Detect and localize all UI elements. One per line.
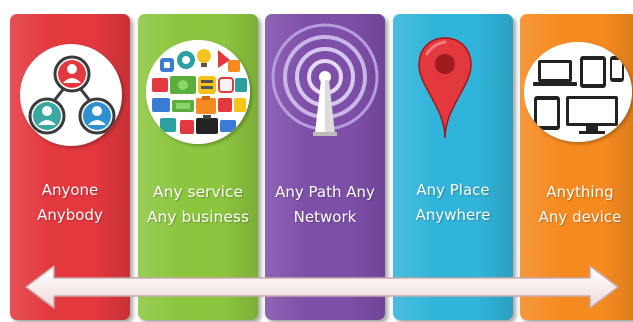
people-network-icon: [20, 44, 122, 146]
label-line-1: Any Place: [416, 181, 490, 199]
label-line-1: Any service: [152, 183, 244, 201]
label-line-1: Anyone: [41, 181, 99, 199]
label-line-2: Any business: [146, 208, 250, 226]
label-line-2: Network: [293, 208, 357, 226]
panel-label: Any Place Anywhere: [393, 178, 513, 228]
double-headed-arrow-icon: [25, 265, 619, 309]
business-services-icon: [146, 40, 250, 144]
signal-tower-icon: [271, 23, 379, 136]
panel-label: Anything Any device: [520, 180, 633, 230]
location-pin-icon: [418, 37, 472, 139]
devices-icon: [524, 42, 632, 142]
panel-label: Any service Any business: [138, 180, 258, 230]
label-line-1: Any Path Any: [275, 183, 375, 201]
label-line-2: Any device: [538, 208, 622, 226]
label-line-1: Anything: [546, 183, 614, 201]
panel-label: Anyone Anybody: [10, 178, 130, 228]
panel-label: Any Path Any Network: [265, 180, 385, 230]
any-everything-infographic: Anyone Anybody Any service Any business …: [0, 0, 633, 322]
label-line-2: Anywhere: [415, 206, 491, 224]
label-line-2: Anybody: [37, 206, 103, 224]
